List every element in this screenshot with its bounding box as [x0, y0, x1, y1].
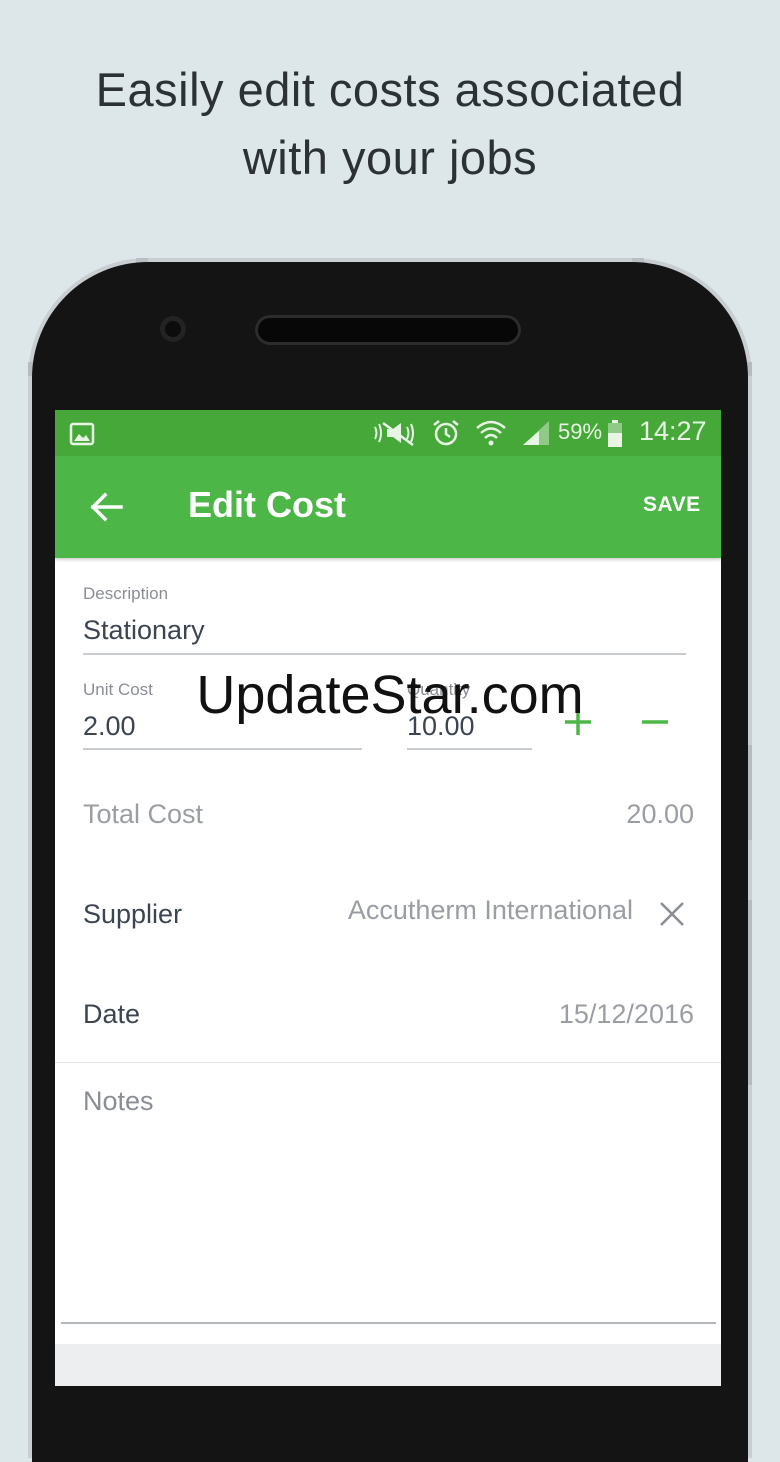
unit-cost-underline: [83, 748, 362, 750]
description-label: Description: [83, 584, 169, 603]
promo-line-2: with your jobs: [242, 131, 538, 184]
supplier-value[interactable]: Accutherm International: [348, 895, 633, 926]
total-cost-value: 20.00: [626, 799, 694, 829]
total-cost-label: Total Cost: [83, 799, 204, 829]
status-bar: 59% 14:27: [55, 410, 721, 456]
promo-headline: Easily edit costs associated with your j…: [0, 56, 780, 192]
signal-icon: [523, 421, 549, 445]
front-camera: [160, 316, 186, 342]
notes-field[interactable]: Notes: [83, 1086, 154, 1117]
alarm-icon: [433, 420, 459, 446]
supplier-label: Supplier: [83, 899, 183, 929]
arrow-left-icon[interactable]: [85, 486, 127, 528]
battery-percent: 59%: [558, 419, 603, 444]
app-bar: Edit Cost SAVE: [55, 456, 721, 558]
wifi-icon: [476, 420, 506, 446]
description-underline: [83, 653, 686, 655]
page-title: Edit Cost: [188, 484, 346, 525]
clear-supplier-icon[interactable]: [658, 900, 686, 928]
watermark: UpdateStar.com: [196, 665, 584, 725]
earpiece-speaker: [258, 318, 518, 342]
image-icon: [69, 422, 95, 446]
notes-underline: [61, 1322, 716, 1324]
status-time: 14:27: [639, 416, 707, 446]
app-screen: 59% 14:27 Edit Cost SAVE Description Sta…: [55, 410, 721, 1386]
status-icons: [373, 418, 551, 448]
promo-line-1: Easily edit costs associated: [95, 63, 685, 116]
section-divider: [55, 1062, 721, 1063]
date-label: Date: [83, 999, 141, 1029]
save-button[interactable]: SAVE: [643, 493, 701, 517]
description-field[interactable]: Stationary: [83, 615, 205, 646]
mute-icon: [374, 421, 414, 447]
date-value[interactable]: 15/12/2016: [559, 999, 694, 1030]
quantity-underline: [407, 748, 532, 750]
bottom-bar: [55, 1344, 721, 1386]
battery-icon: [608, 420, 622, 447]
